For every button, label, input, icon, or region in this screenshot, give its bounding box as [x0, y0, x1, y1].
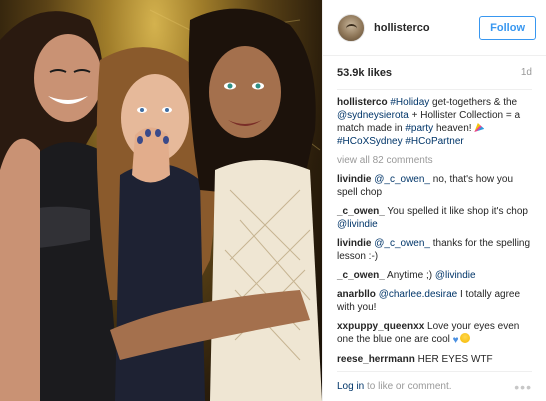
- mention-link[interactable]: #HCoXSydney: [337, 136, 403, 147]
- comment-username[interactable]: _c_owen_: [337, 270, 385, 281]
- left-woman-face: [34, 34, 102, 122]
- comment-username[interactable]: reese_herrmann: [337, 354, 415, 365]
- mention-link[interactable]: @sydneysierota: [337, 110, 409, 121]
- like-count[interactable]: 53.9k likes: [337, 67, 392, 79]
- comment-item: _c_owen_ Anytime ;) @livindie: [337, 269, 532, 282]
- post-stats: 53.9k likes 1d: [337, 56, 532, 90]
- comment-item: reese_herrmann HER EYES WTF: [337, 353, 532, 366]
- post-age[interactable]: 1d: [521, 67, 532, 78]
- comment-text: heaven!: [433, 123, 475, 134]
- comment-username[interactable]: anarbllo: [337, 289, 376, 300]
- view-all-comments-link[interactable]: view all 82 comments: [337, 154, 532, 167]
- post-username[interactable]: hollisterco: [374, 22, 479, 34]
- comment-text: HER EYES WTF: [417, 354, 493, 365]
- more-options-icon[interactable]: •••: [514, 379, 532, 395]
- comments-list: hollisterco #Holiday get-togethers & the…: [323, 90, 546, 371]
- mention-link[interactable]: @_c_owen_: [374, 174, 430, 185]
- post-photo[interactable]: [0, 0, 322, 401]
- post-header: hollisterco Follow: [323, 0, 546, 56]
- blue-heart-icon: ♥: [452, 335, 459, 346]
- login-prompt-rest: to like or comment.: [364, 381, 452, 392]
- caption-author[interactable]: hollisterco: [337, 97, 388, 108]
- mention-link[interactable]: #Holiday: [390, 97, 429, 108]
- comment-item: _c_owen_ You spelled it like shop it's c…: [337, 205, 532, 231]
- post-footer: Log in to like or comment. •••: [337, 371, 532, 401]
- comment-username[interactable]: _c_owen_: [337, 206, 385, 217]
- comment-item: livindie @_c_owen_ no, that's how you sp…: [337, 173, 532, 199]
- comment-item: xxpuppy_queenxx Love your eyes even one …: [337, 320, 532, 347]
- mention-link[interactable]: @livindie: [337, 219, 378, 230]
- mention-link[interactable]: @charlee.desirae: [379, 289, 458, 300]
- login-link[interactable]: Log in: [337, 381, 364, 392]
- comment-item: anarbllo @charlee.desirae I totally agre…: [337, 288, 532, 314]
- comment-container: livindie @_c_owen_ no, that's how you sp…: [337, 173, 532, 371]
- comment-username[interactable]: livindie: [337, 174, 371, 185]
- comment-username[interactable]: xxpuppy_queenxx: [337, 321, 424, 332]
- comment-username[interactable]: livindie: [337, 238, 371, 249]
- mention-link[interactable]: #party: [405, 123, 433, 134]
- mention-link[interactable]: @_c_owen_: [374, 238, 430, 249]
- mention-link[interactable]: #HCoPartner: [405, 136, 463, 147]
- comment-item: livindie @_c_owen_ thanks for the spelli…: [337, 237, 532, 263]
- comment-text: You spelled it like shop it's chop: [387, 206, 528, 217]
- smiley-face-icon: [459, 333, 470, 343]
- avatar[interactable]: [337, 13, 365, 42]
- follow-button[interactable]: Follow: [479, 15, 536, 40]
- post-caption: hollisterco #Holiday get-togethers & the…: [337, 96, 532, 148]
- login-prompt: Log in to like or comment.: [337, 381, 452, 392]
- comment-text: Anytime ;): [387, 270, 435, 281]
- party-popper-icon: [474, 123, 485, 132]
- post-sidebar: hollisterco Follow 53.9k likes 1d hollis…: [322, 0, 546, 401]
- mention-link[interactable]: @livindie: [435, 270, 476, 281]
- comment-text: get-togethers & the: [429, 97, 518, 108]
- instagram-post: hollisterco Follow 53.9k likes 1d hollis…: [0, 0, 546, 401]
- post-photo-illustration: [0, 8, 322, 401]
